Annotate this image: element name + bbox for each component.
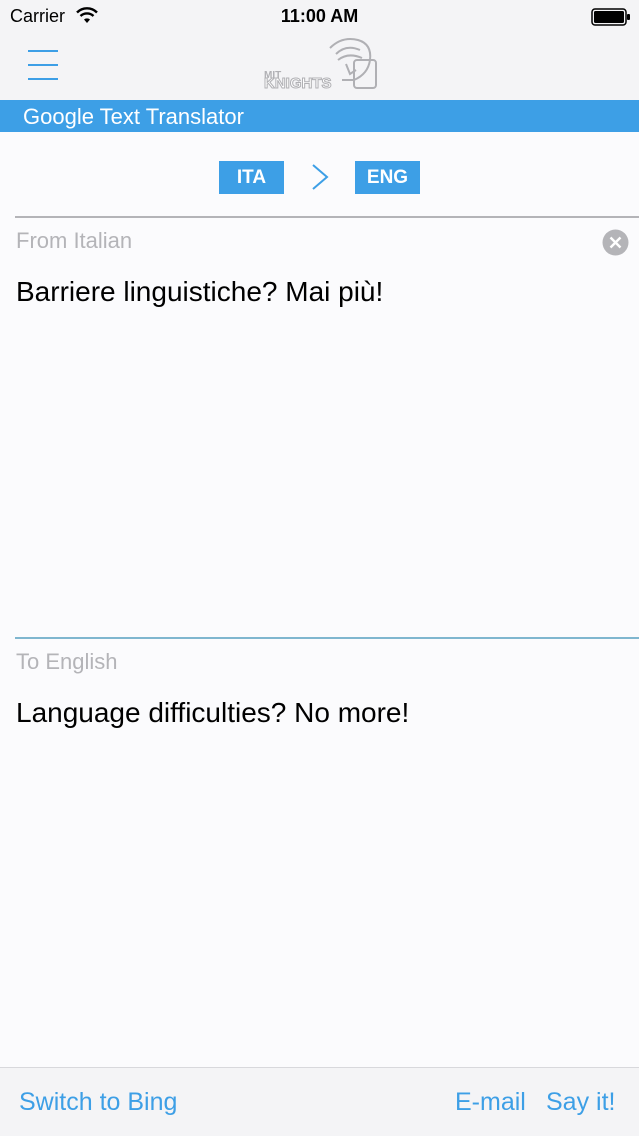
source-label: From Italian (16, 228, 133, 253)
target-divider (15, 637, 639, 639)
status-time: 11:00 AM (280, 6, 359, 26)
clear-icon[interactable] (602, 229, 629, 256)
source-divider (15, 216, 639, 218)
knights-logo: MIT KNIGHTS (264, 38, 377, 93)
battery-icon (591, 8, 630, 26)
switch-to-bing-button[interactable]: Switch to Bing (19, 1088, 177, 1117)
email-button[interactable]: E-mail (455, 1088, 526, 1117)
translator-screen: Carrier 11:00 AM MIT KNIGHTS Google Text… (0, 0, 639, 1136)
nav-bar: MIT KNIGHTS (0, 34, 639, 100)
say-it-button[interactable]: Say it! (546, 1088, 615, 1117)
title-banner: Google Text Translator (0, 100, 639, 132)
translation-output: Language difficulties? No more! (16, 697, 410, 728)
target-label: To English (16, 649, 118, 674)
hamburger-icon[interactable] (22, 46, 64, 86)
target-language-button[interactable]: ENG (355, 161, 420, 194)
source-language-button[interactable]: ITA (219, 161, 284, 194)
status-bar: Carrier 11:00 AM (0, 0, 639, 34)
page-title: Google Text Translator (23, 104, 244, 129)
source-text-input[interactable]: Barriere linguistiche? Mai più! (16, 276, 616, 606)
svg-text:KNIGHTS: KNIGHTS (264, 75, 332, 92)
bottom-toolbar: Switch to Bing E-mail Say it! (0, 1067, 639, 1136)
chevron-right-icon[interactable] (308, 162, 332, 192)
